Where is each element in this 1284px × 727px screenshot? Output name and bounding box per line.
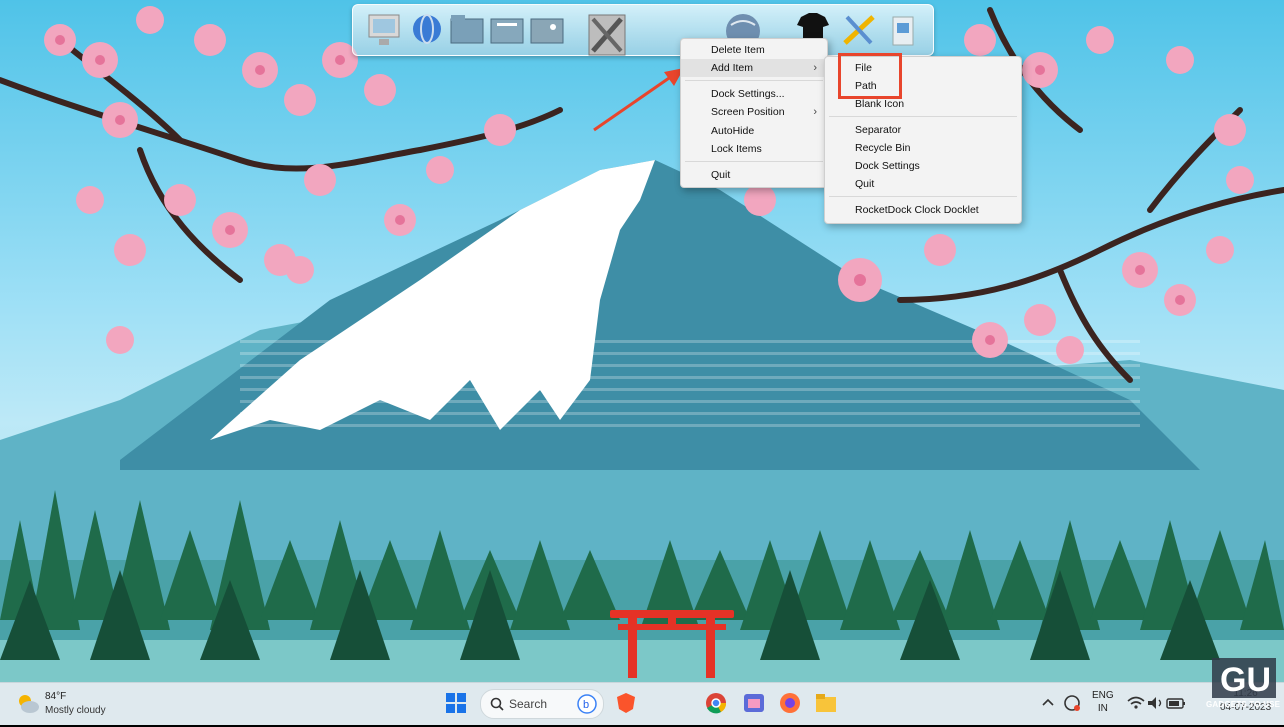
- menu-separator: [829, 196, 1017, 197]
- weather-widget[interactable]: 84°F Mostly cloudy: [14, 688, 134, 720]
- chevron-right-icon: ›: [813, 62, 817, 74]
- weather-condition: Mostly cloudy: [45, 705, 106, 716]
- menu-item-quit[interactable]: Quit: [681, 166, 827, 184]
- submenu-item-quit[interactable]: Quit: [825, 175, 1021, 193]
- folder-icon[interactable]: [447, 9, 487, 51]
- chrome-icon[interactable]: [704, 691, 728, 715]
- brave-browser-icon[interactable]: [614, 691, 638, 715]
- firefox-icon[interactable]: [778, 691, 802, 715]
- rocketdock-bar[interactable]: [352, 4, 934, 56]
- gadgets-to-use-watermark: GU GADGETS TO USE: [1206, 658, 1282, 722]
- chevron-right-icon: ›: [813, 106, 817, 118]
- language-code: ENG: [1092, 690, 1114, 701]
- submenu-item-dock-settings[interactable]: Dock Settings: [825, 157, 1021, 175]
- menu-separator: [685, 161, 823, 162]
- submenu-item-separator[interactable]: Separator: [825, 121, 1021, 139]
- search-icon: [490, 697, 504, 711]
- weather-temperature: 84°F: [45, 691, 67, 702]
- photo-app-icon[interactable]: [742, 691, 766, 715]
- recycle-bin-icon[interactable]: [883, 9, 923, 51]
- search-label: Search: [509, 697, 548, 711]
- menu-item-dock-settings[interactable]: Dock Settings...: [681, 85, 827, 103]
- windows-start-icon[interactable]: [446, 693, 466, 713]
- menu-item-screen-position[interactable]: Screen Position ›: [681, 103, 827, 121]
- menu-separator: [685, 80, 823, 81]
- settings-tools-icon[interactable]: [839, 9, 879, 51]
- region-code: IN: [1097, 703, 1108, 714]
- wallpaper-scene: [0, 6, 1284, 682]
- bing-icon: b: [577, 694, 597, 714]
- pictures-folder-icon[interactable]: [527, 9, 567, 51]
- menu-item-delete-item[interactable]: Delete Item: [681, 41, 827, 59]
- gadgets-to-use-logo: GU: [1212, 658, 1276, 699]
- sync-icon[interactable]: [1060, 691, 1084, 715]
- computer-icon[interactable]: [365, 9, 405, 51]
- watermark-text: GADGETS TO USE: [1206, 700, 1281, 709]
- menu-item-lock-items[interactable]: Lock Items: [681, 140, 827, 158]
- dock-context-menu: Delete Item Add Item › Dock Settings... S…: [680, 38, 828, 188]
- submenu-item-clock-docklet[interactable]: RocketDock Clock Docklet: [825, 201, 1021, 219]
- menu-item-autohide[interactable]: AutoHide: [681, 122, 827, 140]
- documents-folder-icon[interactable]: [487, 9, 527, 51]
- svg-text:b: b: [583, 699, 589, 711]
- desktop-wallpaper: Delete Item Add Item › Dock Settings... S…: [0, 0, 1284, 682]
- menu-separator: [829, 116, 1017, 117]
- cloudy-weather-icon: [19, 695, 39, 713]
- annotation-highlight-box: [838, 53, 902, 99]
- file-explorer-icon[interactable]: [814, 691, 838, 715]
- submenu-item-recycle-bin[interactable]: Recycle Bin: [825, 139, 1021, 157]
- taskbar-search-box[interactable]: Search b: [480, 689, 604, 719]
- menu-item-add-item[interactable]: Add Item ›: [681, 59, 827, 77]
- taskbar: 84°F Mostly cloudy Search b ENG IN 04-07…: [0, 682, 1284, 725]
- network-globe-icon[interactable]: [407, 9, 447, 51]
- tools-icon[interactable]: [579, 5, 635, 61]
- battery-icon[interactable]: [1164, 691, 1188, 715]
- svg-text:GU: GU: [1220, 661, 1271, 699]
- language-indicator[interactable]: ENG IN: [1092, 689, 1114, 715]
- chevron-up-icon[interactable]: [1036, 691, 1060, 715]
